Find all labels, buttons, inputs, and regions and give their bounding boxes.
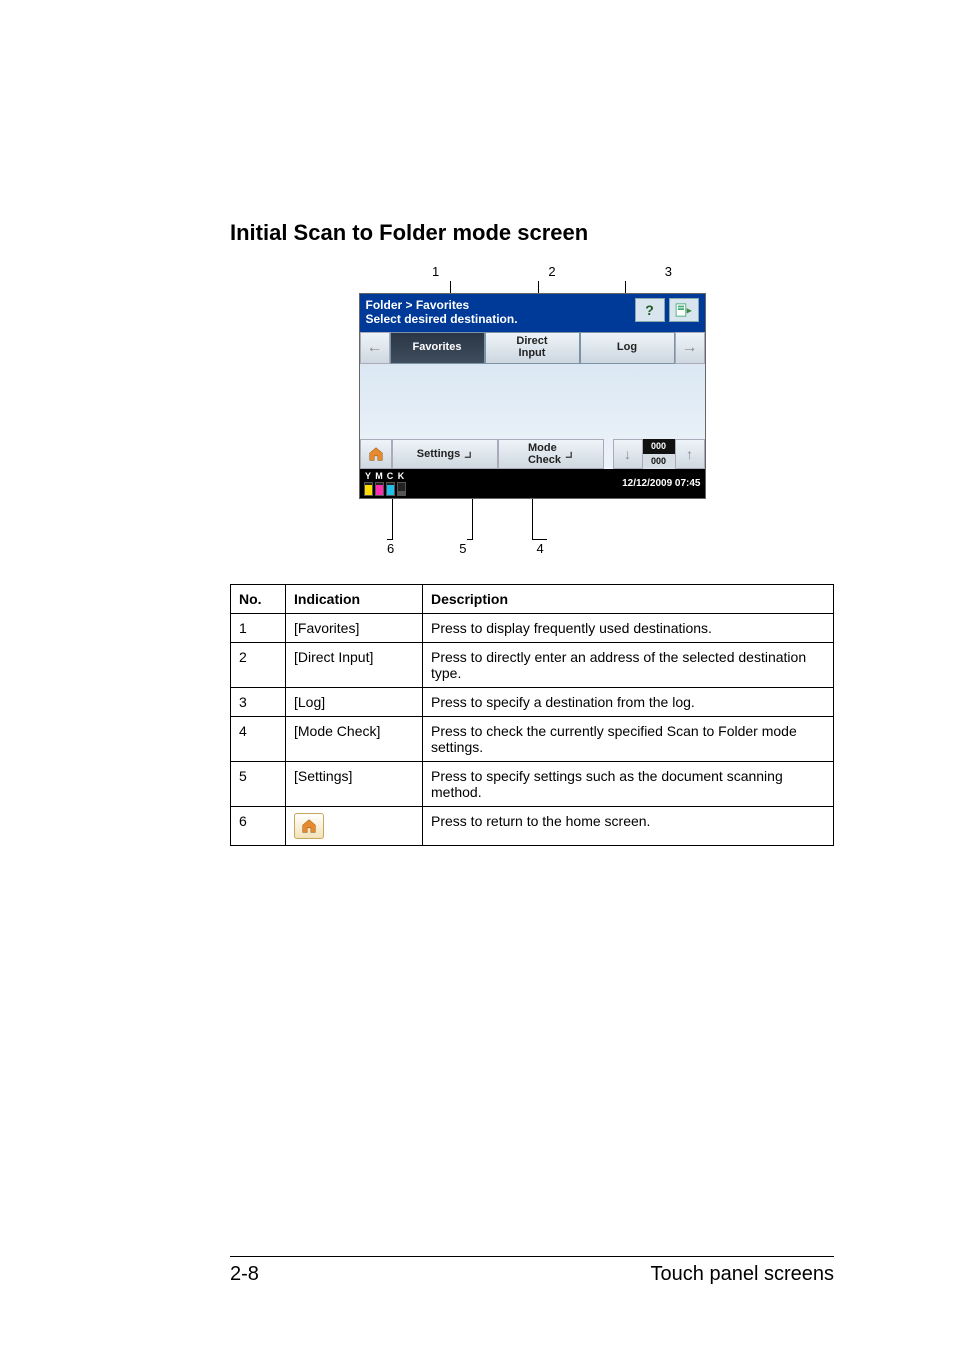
table-row: 2 [Direct Input] Press to directly enter… xyxy=(231,643,834,688)
chapter-title: Touch panel screens xyxy=(651,1263,834,1286)
tab-direct-input[interactable]: Direct Input xyxy=(485,332,580,364)
cell-indication: [Direct Input] xyxy=(286,643,423,688)
toner-y-label: Y xyxy=(365,471,371,481)
toner-m-label: M xyxy=(375,471,383,481)
table-row: 3 [Log] Press to specify a destination f… xyxy=(231,688,834,717)
callout-6: 6 xyxy=(387,541,394,556)
cell-description: Press to check the currently specified S… xyxy=(423,717,834,762)
th-description: Description xyxy=(423,585,834,614)
datetime: 12/12/2009 07:45 xyxy=(622,478,700,489)
instruction-text: Select desired destination. xyxy=(366,312,518,326)
toner-k-label: K xyxy=(398,471,405,481)
touch-screen: Folder > Favorites Select desired destin… xyxy=(359,293,706,499)
tab-direct-input-l1: Direct xyxy=(516,335,547,347)
th-no: No. xyxy=(231,585,286,614)
description-table: No. Indication Description 1 [Favorites]… xyxy=(230,584,834,846)
tab-direct-input-l2: Input xyxy=(519,347,546,359)
callout-4: 4 xyxy=(536,541,543,556)
page-counter: 000 000 xyxy=(643,439,675,469)
settings-label: Settings xyxy=(417,448,460,460)
cell-no: 5 xyxy=(231,762,286,807)
toner-c-label: C xyxy=(387,471,394,481)
toner-levels: Y M C K xyxy=(364,471,406,496)
screen-body xyxy=(360,364,705,439)
mode-check-l2: Check xyxy=(528,454,561,466)
help-icon[interactable]: ? xyxy=(635,298,665,322)
callout-2: 2 xyxy=(548,264,555,279)
tab-next-arrow[interactable]: → xyxy=(675,332,705,364)
callout-5: 5 xyxy=(459,541,466,556)
mode-check-button[interactable]: Mode Check xyxy=(498,439,604,469)
page-up-arrow[interactable]: ↑ xyxy=(675,439,705,469)
tab-favorites[interactable]: Favorites xyxy=(390,332,485,364)
cell-no: 4 xyxy=(231,717,286,762)
page-number: 2-8 xyxy=(230,1263,259,1286)
cell-description: Press to specify settings such as the do… xyxy=(423,762,834,807)
page-counter-top: 000 xyxy=(643,439,675,454)
cell-description: Press to specify a destination from the … xyxy=(423,688,834,717)
page-down-arrow[interactable]: ↓ xyxy=(613,439,643,469)
callout-1: 1 xyxy=(432,264,439,279)
breadcrumb: Folder > Favorites xyxy=(366,298,518,312)
cell-description: Press to display frequently used destina… xyxy=(423,614,834,643)
cell-indication xyxy=(286,807,423,846)
cell-indication: [Log] xyxy=(286,688,423,717)
cell-no: 2 xyxy=(231,643,286,688)
cell-no: 1 xyxy=(231,614,286,643)
home-icon xyxy=(294,813,324,839)
table-row: 1 [Favorites] Press to display frequentl… xyxy=(231,614,834,643)
task-icon[interactable] xyxy=(669,298,699,322)
cell-indication: [Favorites] xyxy=(286,614,423,643)
cell-description: Press to return to the home screen. xyxy=(423,807,834,846)
tab-log[interactable]: Log xyxy=(580,332,675,364)
th-indication: Indication xyxy=(286,585,423,614)
cell-no: 3 xyxy=(231,688,286,717)
table-row: 4 [Mode Check] Press to check the curren… xyxy=(231,717,834,762)
page-counter-bot: 000 xyxy=(643,454,675,469)
cell-indication: [Mode Check] xyxy=(286,717,423,762)
table-row: 5 [Settings] Press to specify settings s… xyxy=(231,762,834,807)
home-button[interactable] xyxy=(360,439,392,469)
cell-description: Press to directly enter an address of th… xyxy=(423,643,834,688)
tab-prev-arrow[interactable]: ← xyxy=(360,332,390,364)
callout-3: 3 xyxy=(665,264,672,279)
table-row: 6 Press to return to the home screen. xyxy=(231,807,834,846)
mode-check-l1: Mode xyxy=(528,442,557,454)
cell-indication: [Settings] xyxy=(286,762,423,807)
section-title: Initial Scan to Folder mode screen xyxy=(230,220,834,246)
settings-button[interactable]: Settings xyxy=(392,439,498,469)
screen-diagram: 1 2 3 Folder > Favorites Select desired … xyxy=(352,264,712,554)
cell-no: 6 xyxy=(231,807,286,846)
